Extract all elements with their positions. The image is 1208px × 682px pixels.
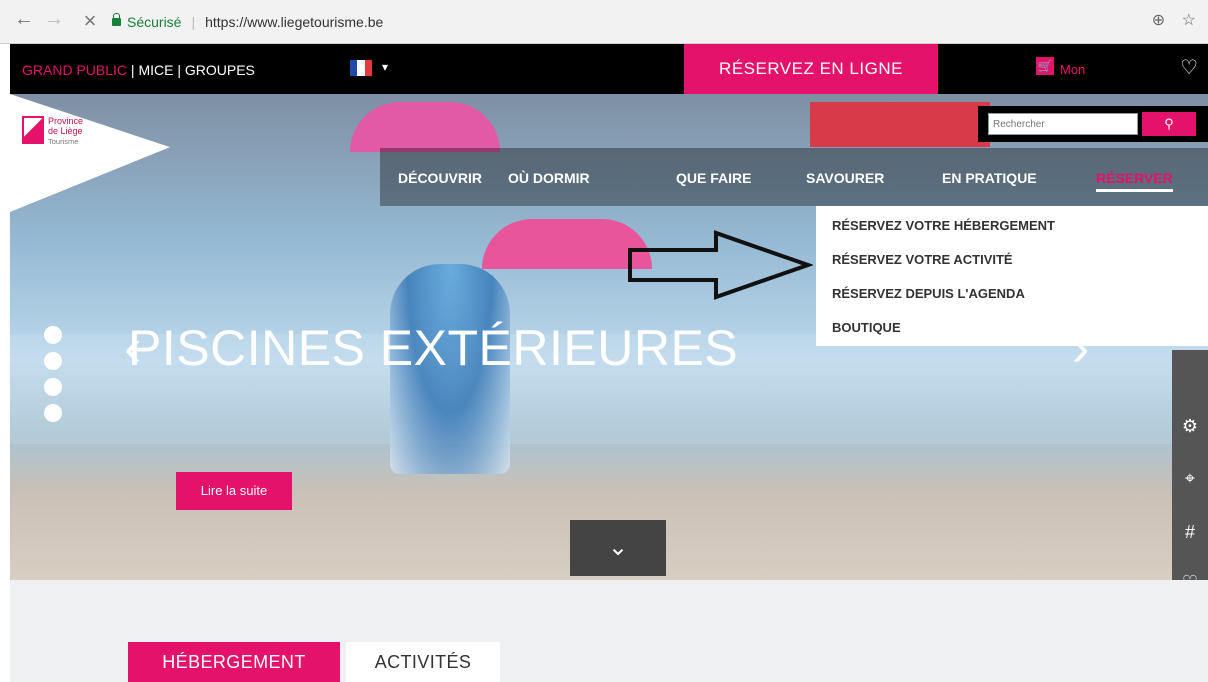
grand-public-link[interactable]: GRAND PUBLIC <box>22 62 127 78</box>
cart-label[interactable]: Mon <box>1060 62 1085 77</box>
tab-activites[interactable]: ACTIVITÉS <box>346 642 500 682</box>
read-more-button[interactable]: Lire la suite <box>176 472 292 510</box>
reserve-online-button[interactable]: RÉSERVEZ EN LIGNE <box>684 44 938 94</box>
favorites-heart-icon[interactable]: ♡ <box>1180 55 1198 80</box>
scroll-down-icon[interactable]: ⌄ <box>570 520 666 576</box>
audience-links: GRAND PUBLIC | MICE | GROUPES <box>22 62 255 78</box>
search-icon: ⚲ <box>1164 116 1174 131</box>
back-icon[interactable]: ← <box>12 8 36 31</box>
browser-toolbar: ← → × Sécurisé | https://www.liegetouris… <box>0 0 1208 44</box>
stop-icon[interactable]: × <box>78 8 102 34</box>
annotation-arrow-icon <box>628 230 813 300</box>
carousel-next-icon[interactable]: › <box>1072 318 1089 378</box>
menu-item-reserve-agenda[interactable]: RÉSERVEZ DEPUIS L'AGENDA <box>832 286 1025 301</box>
address-separator: | <box>191 14 196 30</box>
logo-line-1: Province <box>48 116 84 126</box>
carousel-dots <box>44 326 62 430</box>
url-text[interactable]: https://www.liegetourisme.be <box>205 14 383 30</box>
carousel-dot[interactable] <box>44 378 62 396</box>
lock-icon <box>112 13 121 26</box>
top-bar: GRAND PUBLIC | MICE | GROUPES ▾ RÉSERVEZ… <box>10 44 1208 94</box>
main-navigation: DÉCOUVRIR OÙ DORMIR QUE FAIRE SAVOURER E… <box>380 148 1208 206</box>
search-bar: ⚲ <box>978 106 1208 142</box>
reserver-dropdown-menu: RÉSERVEZ VOTRE HÉBERGEMENT RÉSERVEZ VOTR… <box>816 206 1208 346</box>
nav-reserver[interactable]: RÉSERVER <box>1096 170 1173 192</box>
umbrella-decor <box>350 102 500 152</box>
language-caret-icon[interactable]: ▾ <box>382 60 388 74</box>
logo-line-3: Tourisme <box>48 137 79 146</box>
menu-item-reserve-activity[interactable]: RÉSERVEZ VOTRE ACTIVITÉ <box>832 252 1013 267</box>
logo-line-2: de Liège <box>48 126 83 136</box>
province-logo-icon[interactable] <box>22 116 44 144</box>
carousel-dot[interactable] <box>44 404 62 422</box>
menu-item-shop[interactable]: BOUTIQUE <box>832 320 901 335</box>
nav-decouvrir[interactable]: DÉCOUVRIR <box>398 170 482 186</box>
nav-savourer[interactable]: SAVOURER <box>806 170 884 186</box>
location-pin-icon[interactable]: ⌖ <box>1174 468 1206 489</box>
hero-title: PISCINES EXTÉRIEURES <box>128 320 739 376</box>
nav-en-pratique[interactable]: EN PRATIQUE <box>942 170 1037 186</box>
menu-item-reserve-lodging[interactable]: RÉSERVEZ VOTRE HÉBERGEMENT <box>832 218 1055 233</box>
forward-icon[interactable]: → <box>42 8 66 31</box>
gear-icon[interactable]: ⚙ <box>1174 416 1206 437</box>
address-bar[interactable]: Sécurisé | https://www.liegetourisme.be <box>112 8 383 36</box>
hashtag-icon[interactable]: # <box>1174 522 1206 543</box>
search-button[interactable]: ⚲ <box>1142 112 1196 136</box>
cart-icon[interactable]: 🛒 <box>1036 57 1054 75</box>
logo-text[interactable]: Province de Liège Tourisme <box>48 116 83 147</box>
french-flag-icon[interactable] <box>350 60 372 76</box>
carousel-dot[interactable] <box>44 352 62 370</box>
nav-ou-dormir[interactable]: OÙ DORMIR <box>508 170 590 186</box>
nav-que-faire[interactable]: QUE FAIRE <box>676 170 751 186</box>
tab-hebergement[interactable]: HÉBERGEMENT <box>128 642 340 682</box>
carousel-dot[interactable] <box>44 326 62 344</box>
secure-label: Sécurisé <box>127 14 182 30</box>
search-input[interactable] <box>988 113 1138 135</box>
mice-groupes-links[interactable]: | MICE | GROUPES <box>127 62 255 78</box>
zoom-icon[interactable]: ⊕ <box>1152 12 1165 29</box>
umbrella-decor <box>482 219 652 269</box>
tent-decor <box>810 102 990 147</box>
bookmark-star-icon[interactable]: ☆ <box>1182 12 1196 29</box>
